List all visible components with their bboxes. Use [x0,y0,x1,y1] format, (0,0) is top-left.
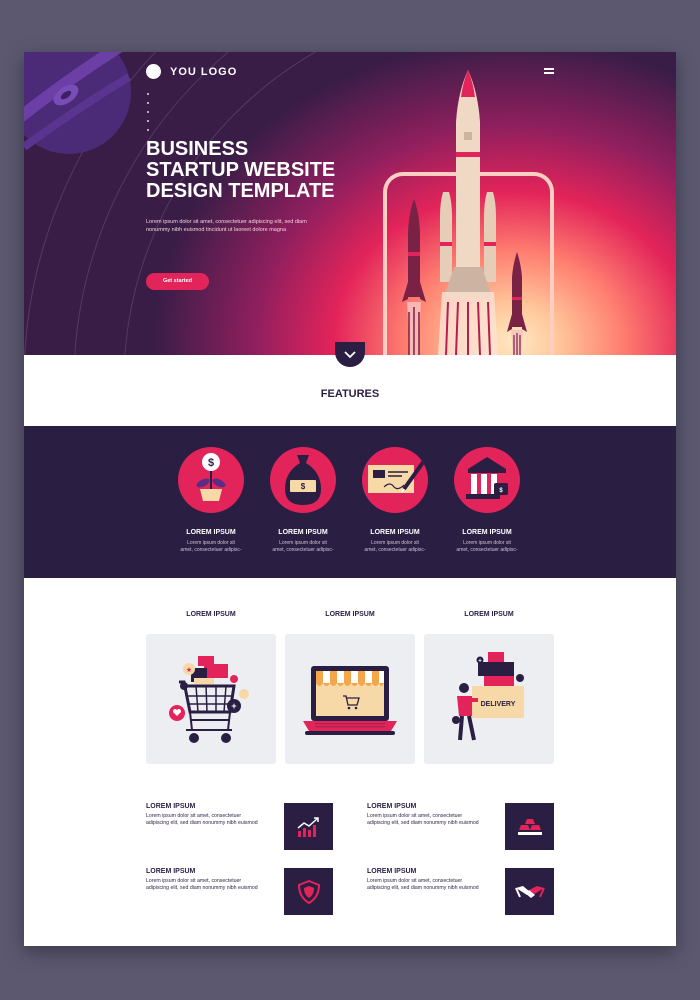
web-page: YOU LOGO BUSINESS STARTUP WEBSITE DESIGN… [24,52,676,946]
card-title: LOREM IPSUM [464,611,514,618]
feature-description-line: Lorem ipsum dolor sit [371,540,419,546]
delivery-box-label: DELIVERY [481,701,516,708]
feature-title: LOREM IPSUM [186,529,236,536]
feature-description-line: amet, consectetuer adipisc- [272,547,334,553]
info-description-line: adipiscing elit, sed diam nonummy nibh e… [367,885,479,891]
svg-text:+: + [478,659,482,665]
large-rocket-center [438,70,498,355]
feature-description-line: amet, consectetuer adipisc- [364,547,426,553]
feature-title: LOREM IPSUM [278,529,328,536]
delivery-illustration: DELIVERY + [452,652,524,741]
feature-description-line: Lorem ipsum dolor sit [463,540,511,546]
small-rocket-right [507,252,527,355]
feature-description: Lorem ipsum dolor sit amet, consectetuer… [357,540,433,554]
feature-description: Lorem ipsum dolor sit amet, consectetuer… [173,540,249,554]
feature-item: $ LOREM IPSUM Lorem ipsum dolor sit amet… [265,447,341,554]
feature-title: LOREM IPSUM [462,529,512,536]
svg-text:★: ★ [186,666,192,674]
feature-description: Lorem ipsum dolor sit amet, consectetuer… [449,540,525,554]
hero-section: YOU LOGO BUSINESS STARTUP WEBSITE DESIGN… [24,52,676,355]
info-description-line: Lorem ipsum dolor sit amet, consectetuer [367,813,463,819]
feature-description-line: amet, consectetuer adipisc- [180,547,242,553]
info-description: Lorem ipsum dolor sit amet, consectetuer… [146,878,276,892]
info-description: Lorem ipsum dolor sit amet, consectetuer… [146,813,276,827]
rocket-launch-illustration [402,70,527,355]
info-description-line: Lorem ipsum dolor sit amet, consectetuer [146,878,242,884]
growth-chart-icon [284,803,333,850]
chevron-down-icon [344,350,356,358]
info-description-line: adipiscing elit, sed diam nonummy nibh e… [146,820,258,826]
svg-text:$: $ [208,457,214,469]
shopping-cart-card[interactable]: + ★ [146,634,276,764]
info-description: Lorem ipsum dolor sit amet, consectetuer… [367,813,497,827]
feature-item: LOREM IPSUM Lorem ipsum dolor sit amet, … [357,447,433,554]
online-store-laptop-illustration [303,666,397,735]
shopping-cart-illustration: + ★ [169,656,249,743]
card-title: LOREM IPSUM [186,611,236,618]
feature-item: $ LOREM IPSUM Lorem ipsum dolor sit amet… [449,447,525,554]
feature-description-line: Lorem ipsum dolor sit [187,540,235,546]
scroll-down-button[interactable] [335,342,365,367]
features-band: $ LOREM IPSUM Lorem ipsum dolor sit amet… [24,426,676,578]
feature-title: LOREM IPSUM [370,529,420,536]
info-description-line: adipiscing elit, sed diam nonummy nibh e… [367,820,479,826]
info-description: Lorem ipsum dolor sit amet, consectetuer… [367,878,497,892]
online-store-card[interactable] [285,634,415,764]
delivery-card[interactable]: DELIVERY + [424,634,554,764]
handshake-icon [505,868,554,915]
feature-description-line: Lorem ipsum dolor sit [279,540,327,546]
shield-icon [284,868,333,915]
svg-text:+: + [231,701,236,711]
features-heading: FEATURES [320,388,380,400]
info-description-line: Lorem ipsum dolor sit amet, consectetuer [146,813,242,819]
gold-bars-icon [505,803,554,850]
money-bag-icon: $ [270,447,336,513]
card-title: LOREM IPSUM [325,611,375,618]
bank-icon: $ [454,447,520,513]
small-rocket-left [402,199,426,355]
feature-item: $ LOREM IPSUM Lorem ipsum dolor sit amet… [173,447,249,554]
svg-text:$: $ [301,482,306,491]
feature-description-line: amet, consectetuer adipisc- [456,547,518,553]
check-signature-icon [362,447,428,513]
info-description-line: adipiscing elit, sed diam nonummy nibh e… [146,885,258,891]
feature-description: Lorem ipsum dolor sit amet, consectetuer… [265,540,341,554]
info-description-line: Lorem ipsum dolor sit amet, consectetuer [367,878,463,884]
money-plant-icon: $ [178,447,244,513]
